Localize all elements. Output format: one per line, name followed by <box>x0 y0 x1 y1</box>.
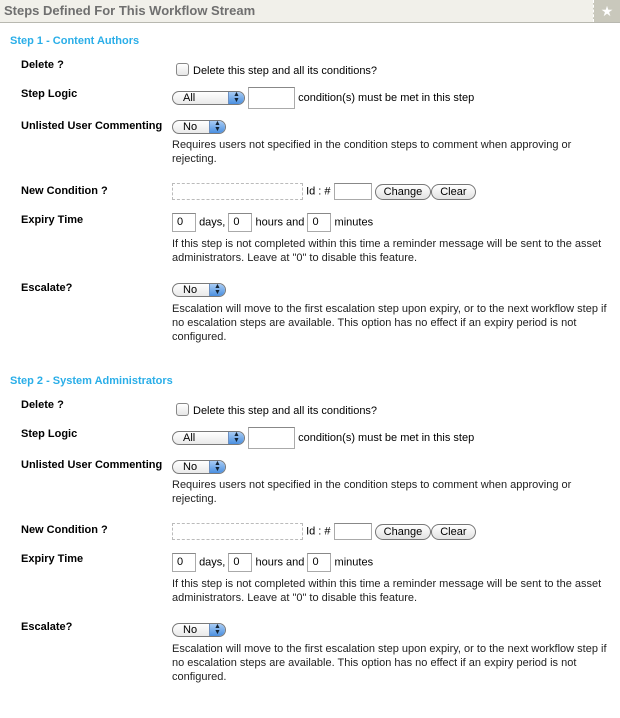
unlisted-field: No ▲ ▼ <box>172 120 226 134</box>
step-logic-select[interactable]: All ▲ ▼ <box>172 431 245 445</box>
hours-input[interactable]: 0 <box>228 213 253 232</box>
step-logic-label: Step Logic <box>21 88 78 100</box>
condition-asset-box[interactable] <box>172 183 303 200</box>
condition-count-input[interactable] <box>248 87 296 109</box>
minutes-label: minutes <box>334 556 374 569</box>
select-arrows-icon: ▲ ▼ <box>209 120 225 133</box>
days-label: days, <box>199 556 226 569</box>
section-title: Steps Defined For This Workflow Stream <box>4 3 256 18</box>
step-logic-field: All ▲ ▼ condition(s) must be met in this s… <box>172 427 474 449</box>
condition-id-input[interactable] <box>333 523 372 540</box>
expiry-label: Expiry Time <box>21 214 84 226</box>
unlisted-select[interactable]: No ▲ ▼ <box>172 120 226 134</box>
conditions-suffix: condition(s) must be met in this step <box>298 431 475 444</box>
escalate-label: Escalate? <box>21 621 73 633</box>
hours-input[interactable]: 0 <box>228 553 253 572</box>
clear-button[interactable]: Clear <box>431 183 476 200</box>
star-icon[interactable]: ★ <box>593 0 620 22</box>
step-title: Step 2 - System Administrators <box>10 375 173 387</box>
expiry-label: Expiry Time <box>21 553 84 565</box>
expiry-field: 0 days, 0 hours and 0 minutes <box>172 553 373 572</box>
minutes-input[interactable]: 0 <box>307 553 332 572</box>
expiry-note: If this step is not completed within thi… <box>172 578 602 604</box>
step-logic-field: All ▲ ▼ condition(s) must be met in this s… <box>172 87 474 109</box>
hours-label: hours and <box>255 216 305 229</box>
unlisted-field: No ▲ ▼ <box>172 460 226 474</box>
select-arrows-icon: ▲ ▼ <box>209 283 225 296</box>
escalate-field: No ▲ ▼ <box>172 283 226 297</box>
delete-label: Delete ? <box>21 59 64 71</box>
days-input[interactable]: 0 <box>172 213 196 232</box>
delete-field: Delete this step and all its conditions? <box>176 63 377 77</box>
condition-id-input[interactable] <box>333 183 372 200</box>
id-label: Id : # <box>306 185 331 198</box>
unlisted-label: Unlisted User Commenting <box>21 120 163 132</box>
expiry-note: If this step is not completed within thi… <box>172 238 602 264</box>
delete-checkbox[interactable] <box>176 403 189 416</box>
conditions-suffix: condition(s) must be met in this step <box>298 91 475 104</box>
unlisted-select[interactable]: No ▲ ▼ <box>172 460 226 474</box>
escalate-field: No ▲ ▼ <box>172 623 226 637</box>
days-label: days, <box>199 216 226 229</box>
condition-count-input[interactable] <box>248 427 296 449</box>
select-arrows-icon: ▲ ▼ <box>209 623 225 636</box>
delete-checkbox-label[interactable]: Delete this step and all its conditions? <box>193 405 377 417</box>
minutes-label: minutes <box>334 216 374 229</box>
minutes-input[interactable]: 0 <box>307 213 332 232</box>
delete-checkbox[interactable] <box>176 63 189 76</box>
escalate-select[interactable]: No ▲ ▼ <box>172 623 226 637</box>
clear-button[interactable]: Clear <box>431 523 476 540</box>
select-arrows-icon: ▲ ▼ <box>209 460 225 473</box>
section-header: Steps Defined For This Workflow Stream ★ <box>0 0 620 23</box>
escalate-note: Escalation will move to the first escala… <box>172 303 607 343</box>
unlisted-label: Unlisted User Commenting <box>21 459 163 471</box>
new-condition-label: New Condition ? <box>21 185 108 197</box>
step-logic-select[interactable]: All ▲ ▼ <box>172 91 245 105</box>
new-condition-field: Id : # Change Clear <box>172 183 476 200</box>
step-title: Step 1 - Content Authors <box>10 35 140 47</box>
escalate-label: Escalate? <box>21 282 73 294</box>
escalate-select[interactable]: No ▲ ▼ <box>172 283 226 297</box>
change-button[interactable]: Change <box>374 523 432 540</box>
days-input[interactable]: 0 <box>172 553 196 572</box>
delete-label: Delete ? <box>21 399 64 411</box>
escalate-note: Escalation will move to the first escala… <box>172 643 607 683</box>
delete-field: Delete this step and all its conditions? <box>176 403 377 417</box>
select-arrows-icon: ▲ ▼ <box>228 91 244 104</box>
change-button[interactable]: Change <box>374 183 432 200</box>
select-arrows-icon: ▲ ▼ <box>228 431 244 444</box>
id-label: Id : # <box>306 525 331 538</box>
condition-asset-box[interactable] <box>172 523 303 540</box>
new-condition-label: New Condition ? <box>21 524 108 536</box>
delete-checkbox-label[interactable]: Delete this step and all its conditions? <box>193 65 377 77</box>
new-condition-field: Id : # Change Clear <box>172 523 476 540</box>
hours-label: hours and <box>255 556 305 569</box>
step-logic-label: Step Logic <box>21 428 78 440</box>
expiry-field: 0 days, 0 hours and 0 minutes <box>172 213 373 232</box>
unlisted-note: Requires users not specified in the cond… <box>172 479 572 505</box>
unlisted-note: Requires users not specified in the cond… <box>172 139 572 165</box>
